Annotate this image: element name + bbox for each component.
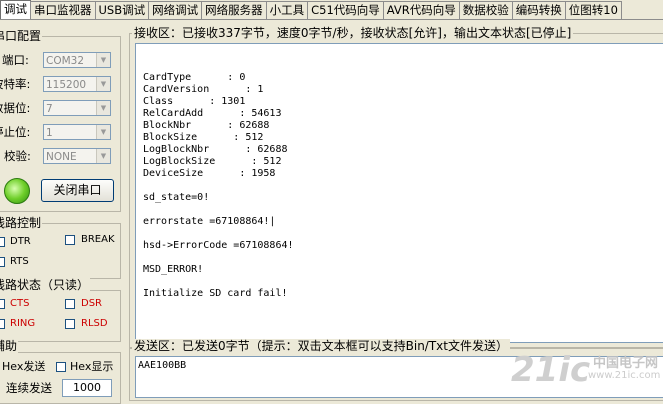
watermark-cn: 中国电子网 xyxy=(593,356,659,371)
tab-bitmap[interactable]: 位图转10 xyxy=(564,1,622,19)
interval-value: 1000 xyxy=(73,381,101,394)
receive-line xyxy=(143,204,294,216)
port-value: COM32 xyxy=(46,55,85,67)
tab-checksum[interactable]: 数据校验 xyxy=(458,1,513,19)
databits-label: 数据位: xyxy=(0,101,31,115)
watermark-url: www.21ic.com xyxy=(588,370,661,381)
cont-send-label: 连续发送 xyxy=(6,381,52,395)
rts-checkbox[interactable] xyxy=(0,257,5,267)
hex-send-label: Hex发送 xyxy=(2,360,46,373)
receive-line xyxy=(143,180,294,192)
tab-network-debug[interactable]: 网络调试 xyxy=(148,1,203,19)
line-status-title: 线路状态（只读） xyxy=(0,278,91,292)
right-panel: 接收区：已接收337字节，速度0字节/秒，接收状态[允许]，输出文本状态[已停止… xyxy=(126,20,663,401)
dtr-checkbox[interactable] xyxy=(0,237,5,247)
receive-line: BlockNbr : 62688 xyxy=(143,120,270,131)
tab-c51-wizard[interactable]: C51代码向导 xyxy=(307,1,384,19)
break-checkbox[interactable] xyxy=(65,235,75,245)
receive-line: RelCardAdd : 54613 xyxy=(143,108,282,119)
receive-line xyxy=(143,276,294,288)
rts-label: RTS xyxy=(10,256,29,267)
baud-select[interactable]: 115200 ▼ xyxy=(43,76,111,92)
tab-bar: 调试 串口监视器 USB调试 网络调试 网络服务器 小工具 C51代码向导 AV… xyxy=(0,0,663,20)
receive-line: hsd->ErrorCode =67108864! xyxy=(143,240,294,251)
hex-display-label: Hex显示 xyxy=(70,360,114,373)
watermark-logo: 21ic xyxy=(511,350,591,390)
receive-line xyxy=(143,252,294,264)
stopbits-select[interactable]: 1 ▼ xyxy=(43,124,111,140)
serial-config-title: 串口配置 xyxy=(0,29,43,43)
dsr-label: DSR xyxy=(81,298,102,309)
send-text: AAE100BB xyxy=(138,360,187,371)
chevron-down-icon: ▼ xyxy=(96,149,110,163)
receive-line: DeviceSize : 1958 xyxy=(143,168,276,179)
left-panel: 串口配置 端口: COM32 ▼ 波特率: 115200 ▼ 数据位: 7 ▼ … xyxy=(0,20,126,404)
receive-line: MSD_ERROR! xyxy=(143,264,204,275)
tab-usb-debug[interactable]: USB调试 xyxy=(94,1,150,19)
receive-line: Initialize SD card fail! xyxy=(143,288,288,299)
parity-select[interactable]: NONE ▼ xyxy=(43,148,111,164)
baud-value: 115200 xyxy=(46,79,87,91)
baud-label: 波特率: xyxy=(0,77,31,91)
databits-select[interactable]: 7 ▼ xyxy=(43,100,111,116)
hex-send-checkbox[interactable] xyxy=(56,362,66,372)
parity-label: 校验: xyxy=(4,149,31,163)
receive-line: LogBlockSize : 512 xyxy=(143,156,282,167)
receive-line: sd_state=0! xyxy=(143,192,210,203)
tab-tools[interactable]: 小工具 xyxy=(265,1,309,19)
receive-line xyxy=(143,228,294,240)
port-status-led-icon xyxy=(4,178,30,204)
stopbits-label: 停止位: xyxy=(0,125,31,139)
cts-checkbox xyxy=(0,299,5,309)
tab-debug[interactable]: 调试 xyxy=(0,0,31,19)
tab-serial-monitor[interactable]: 串口监视器 xyxy=(30,1,96,19)
rlsd-checkbox xyxy=(65,319,75,329)
tab-avr-wizard[interactable]: AVR代码向导 xyxy=(382,1,460,19)
line-control-title: 线路控制 xyxy=(0,216,43,230)
ring-label: RING xyxy=(10,318,36,329)
receive-line: Class : 1301 xyxy=(143,96,246,107)
line-control-group xyxy=(0,223,121,279)
dsr-checkbox xyxy=(65,299,75,309)
port-label: 端口: xyxy=(2,53,29,67)
receive-line: LogBlockNbr : 62688 xyxy=(143,144,288,155)
parity-value: NONE xyxy=(46,151,77,163)
chevron-down-icon: ▼ xyxy=(96,101,110,115)
receive-textarea[interactable]: CardType : 0 CardVersion : 1 Class : 1301 R… xyxy=(135,43,663,343)
break-label: BREAK xyxy=(81,234,115,245)
chevron-down-icon: ▼ xyxy=(96,125,110,139)
tab-encoding[interactable]: 编码转换 xyxy=(511,1,566,19)
port-select[interactable]: COM32 ▼ xyxy=(43,52,111,68)
receive-line: CardVersion : 1 xyxy=(143,84,264,95)
rlsd-label: RLSD xyxy=(81,318,108,329)
receive-line: BlockSize : 512 xyxy=(143,132,264,143)
assist-title: 辅助 xyxy=(0,339,19,353)
stopbits-value: 1 xyxy=(46,127,53,139)
receive-line: CardType : 0 xyxy=(143,72,246,83)
ring-checkbox xyxy=(0,319,5,329)
tab-network-server[interactable]: 网络服务器 xyxy=(201,1,267,19)
dtr-label: DTR xyxy=(10,236,31,247)
receive-line: errorstate =67108864!| xyxy=(143,216,276,227)
receive-title: 接收区：已接收337字节，速度0字节/秒，接收状态[允许]，输出文本状态[已停止… xyxy=(132,26,574,40)
receive-text: CardType : 0 CardVersion : 1 Class : 1301 R… xyxy=(143,72,294,300)
chevron-down-icon: ▼ xyxy=(96,53,110,67)
close-port-button[interactable]: 关闭串口 xyxy=(41,179,114,202)
interval-input[interactable]: 1000 xyxy=(62,379,112,397)
databits-value: 7 xyxy=(46,103,53,115)
cts-label: CTS xyxy=(10,298,30,309)
send-title: 发送区：已发送0字节（提示：双击文本框可以支持Bin/Txt文件发送） xyxy=(132,339,510,353)
chevron-down-icon: ▼ xyxy=(96,77,110,91)
